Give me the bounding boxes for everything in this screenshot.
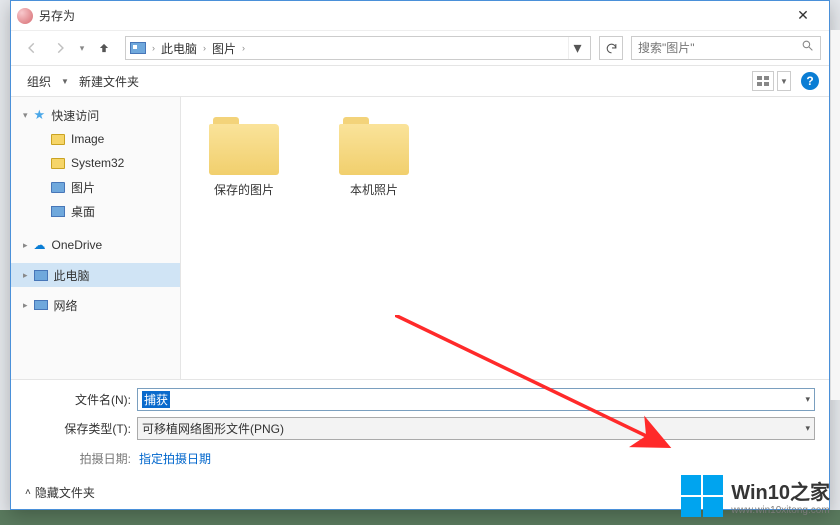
sidebar-item-label: System32	[71, 156, 124, 170]
date-link[interactable]: 指定拍摄日期	[137, 450, 211, 467]
watermark: Win10之家 www.win10xitong.com	[681, 475, 830, 517]
save-as-dialog: 另存为 ✕ ▾ › 此电脑 › 图片 › ▾	[10, 0, 830, 510]
chevron-up-icon: ˄	[25, 487, 31, 498]
folder-item-camera-roll[interactable]: 本机照片	[329, 117, 419, 198]
titlebar: 另存为 ✕	[11, 1, 829, 31]
sidebar-item-system32[interactable]: System32	[11, 151, 180, 175]
desktop-icon	[51, 206, 65, 217]
sidebar-item-desktop[interactable]: 桌面	[11, 199, 180, 223]
new-folder-button[interactable]: 新建文件夹	[73, 69, 145, 94]
chevron-down-icon[interactable]: ▾	[805, 423, 810, 434]
nav-bar: ▾ › 此电脑 › 图片 › ▾	[11, 31, 829, 65]
hide-folders-button[interactable]: ˄ 隐藏文件夹	[25, 484, 95, 501]
network-icon	[34, 300, 48, 310]
filetype-value: 可移植网络图形文件(PNG)	[142, 420, 284, 437]
sidebar-label: 网络	[54, 297, 78, 314]
date-row: 拍摄日期: 指定拍摄日期	[25, 450, 815, 467]
watermark-title: Win10之家	[731, 476, 830, 505]
chevron-down-icon[interactable]: ▾	[805, 394, 810, 405]
folder-icon	[209, 117, 279, 175]
sidebar-quick-access[interactable]: ▾ ★ 快速访问	[11, 103, 180, 127]
star-icon: ★	[34, 107, 46, 123]
this-pc-icon	[34, 270, 48, 281]
recent-dropdown[interactable]: ▾	[75, 35, 89, 61]
sidebar-this-pc[interactable]: ▸ 此电脑	[11, 263, 180, 287]
this-pc-icon	[130, 42, 146, 54]
crumb-this-pc[interactable]: 此电脑	[157, 40, 201, 57]
filename-input[interactable]: 捕获 ▾	[137, 388, 815, 411]
sidebar-item-label: Image	[71, 132, 104, 146]
date-label: 拍摄日期:	[25, 450, 137, 467]
view-button[interactable]	[752, 71, 774, 91]
crumb-sep: ›	[240, 43, 247, 53]
folder-item-saved-pictures[interactable]: 保存的图片	[199, 117, 289, 198]
address-dropdown[interactable]: ▾	[568, 37, 586, 59]
filetype-label: 保存类型(T):	[25, 420, 137, 437]
sidebar-item-label: 桌面	[71, 203, 95, 220]
help-button[interactable]: ?	[801, 72, 819, 90]
search-input[interactable]	[638, 41, 801, 55]
crumb-sep: ›	[150, 43, 157, 53]
filename-value: 捕获	[142, 391, 170, 408]
content-pane[interactable]: 保存的图片 本机照片	[181, 97, 829, 379]
address-bar[interactable]: › 此电脑 › 图片 › ▾	[125, 36, 591, 60]
search-icon[interactable]	[801, 39, 814, 57]
background-edge	[830, 30, 840, 400]
sidebar-item-pictures[interactable]: 图片	[11, 175, 180, 199]
search-box[interactable]	[631, 36, 821, 60]
cloud-icon: ☁	[34, 238, 46, 252]
chevron-right-icon: ▸	[23, 270, 28, 281]
sidebar-network[interactable]: ▸ 网络	[11, 293, 180, 317]
back-button[interactable]	[19, 35, 45, 61]
crumb-pictures[interactable]: 图片	[208, 40, 240, 57]
close-button[interactable]: ✕	[781, 2, 825, 30]
sidebar-onedrive[interactable]: ▸ ☁ OneDrive	[11, 233, 180, 257]
bottom-panel: 文件名(N): 捕获 ▾ 保存类型(T): 可移植网络图形文件(PNG) ▾ 拍…	[11, 379, 829, 475]
folder-icon	[51, 158, 65, 169]
window-title: 另存为	[39, 7, 75, 24]
view-dropdown-button[interactable]: ▼	[777, 71, 791, 91]
sidebar-item-image[interactable]: Image	[11, 127, 180, 151]
filetype-row: 保存类型(T): 可移植网络图形文件(PNG) ▾	[25, 417, 815, 440]
sidebar-label: 快速访问	[51, 107, 99, 124]
folder-icon	[339, 117, 409, 175]
folder-name: 本机照片	[350, 181, 398, 198]
app-icon	[17, 8, 33, 24]
sidebar: ▾ ★ 快速访问 Image System32 图片 桌面 ▸ ☁ OneDri…	[11, 97, 181, 379]
chevron-down-icon: ▾	[23, 110, 28, 121]
filetype-select[interactable]: 可移植网络图形文件(PNG) ▾	[137, 417, 815, 440]
folder-icon	[51, 182, 65, 193]
chevron-right-icon: ▸	[23, 300, 28, 311]
up-button[interactable]	[91, 35, 117, 61]
chevron-right-icon: ▸	[23, 240, 28, 251]
watermark-url: www.win10xitong.com	[731, 505, 830, 516]
filename-row: 文件名(N): 捕获 ▾	[25, 388, 815, 411]
refresh-button[interactable]	[599, 36, 623, 60]
filename-label: 文件名(N):	[25, 391, 137, 408]
folder-icon	[51, 134, 65, 145]
dialog-body: ▾ ★ 快速访问 Image System32 图片 桌面 ▸ ☁ OneDri…	[11, 97, 829, 379]
toolbar: 组织 ▼ 新建文件夹 ▼ ?	[11, 65, 829, 97]
forward-button[interactable]	[47, 35, 73, 61]
sidebar-label: OneDrive	[52, 238, 103, 252]
folder-name: 保存的图片	[214, 181, 274, 198]
sidebar-label: 此电脑	[54, 267, 90, 284]
organize-dropdown-icon[interactable]: ▼	[57, 77, 73, 86]
windows-logo-icon	[681, 475, 723, 517]
crumb-sep: ›	[201, 43, 208, 53]
sidebar-item-label: 图片	[71, 179, 95, 196]
organize-button[interactable]: 组织	[21, 69, 57, 94]
hide-folders-label: 隐藏文件夹	[35, 484, 95, 501]
